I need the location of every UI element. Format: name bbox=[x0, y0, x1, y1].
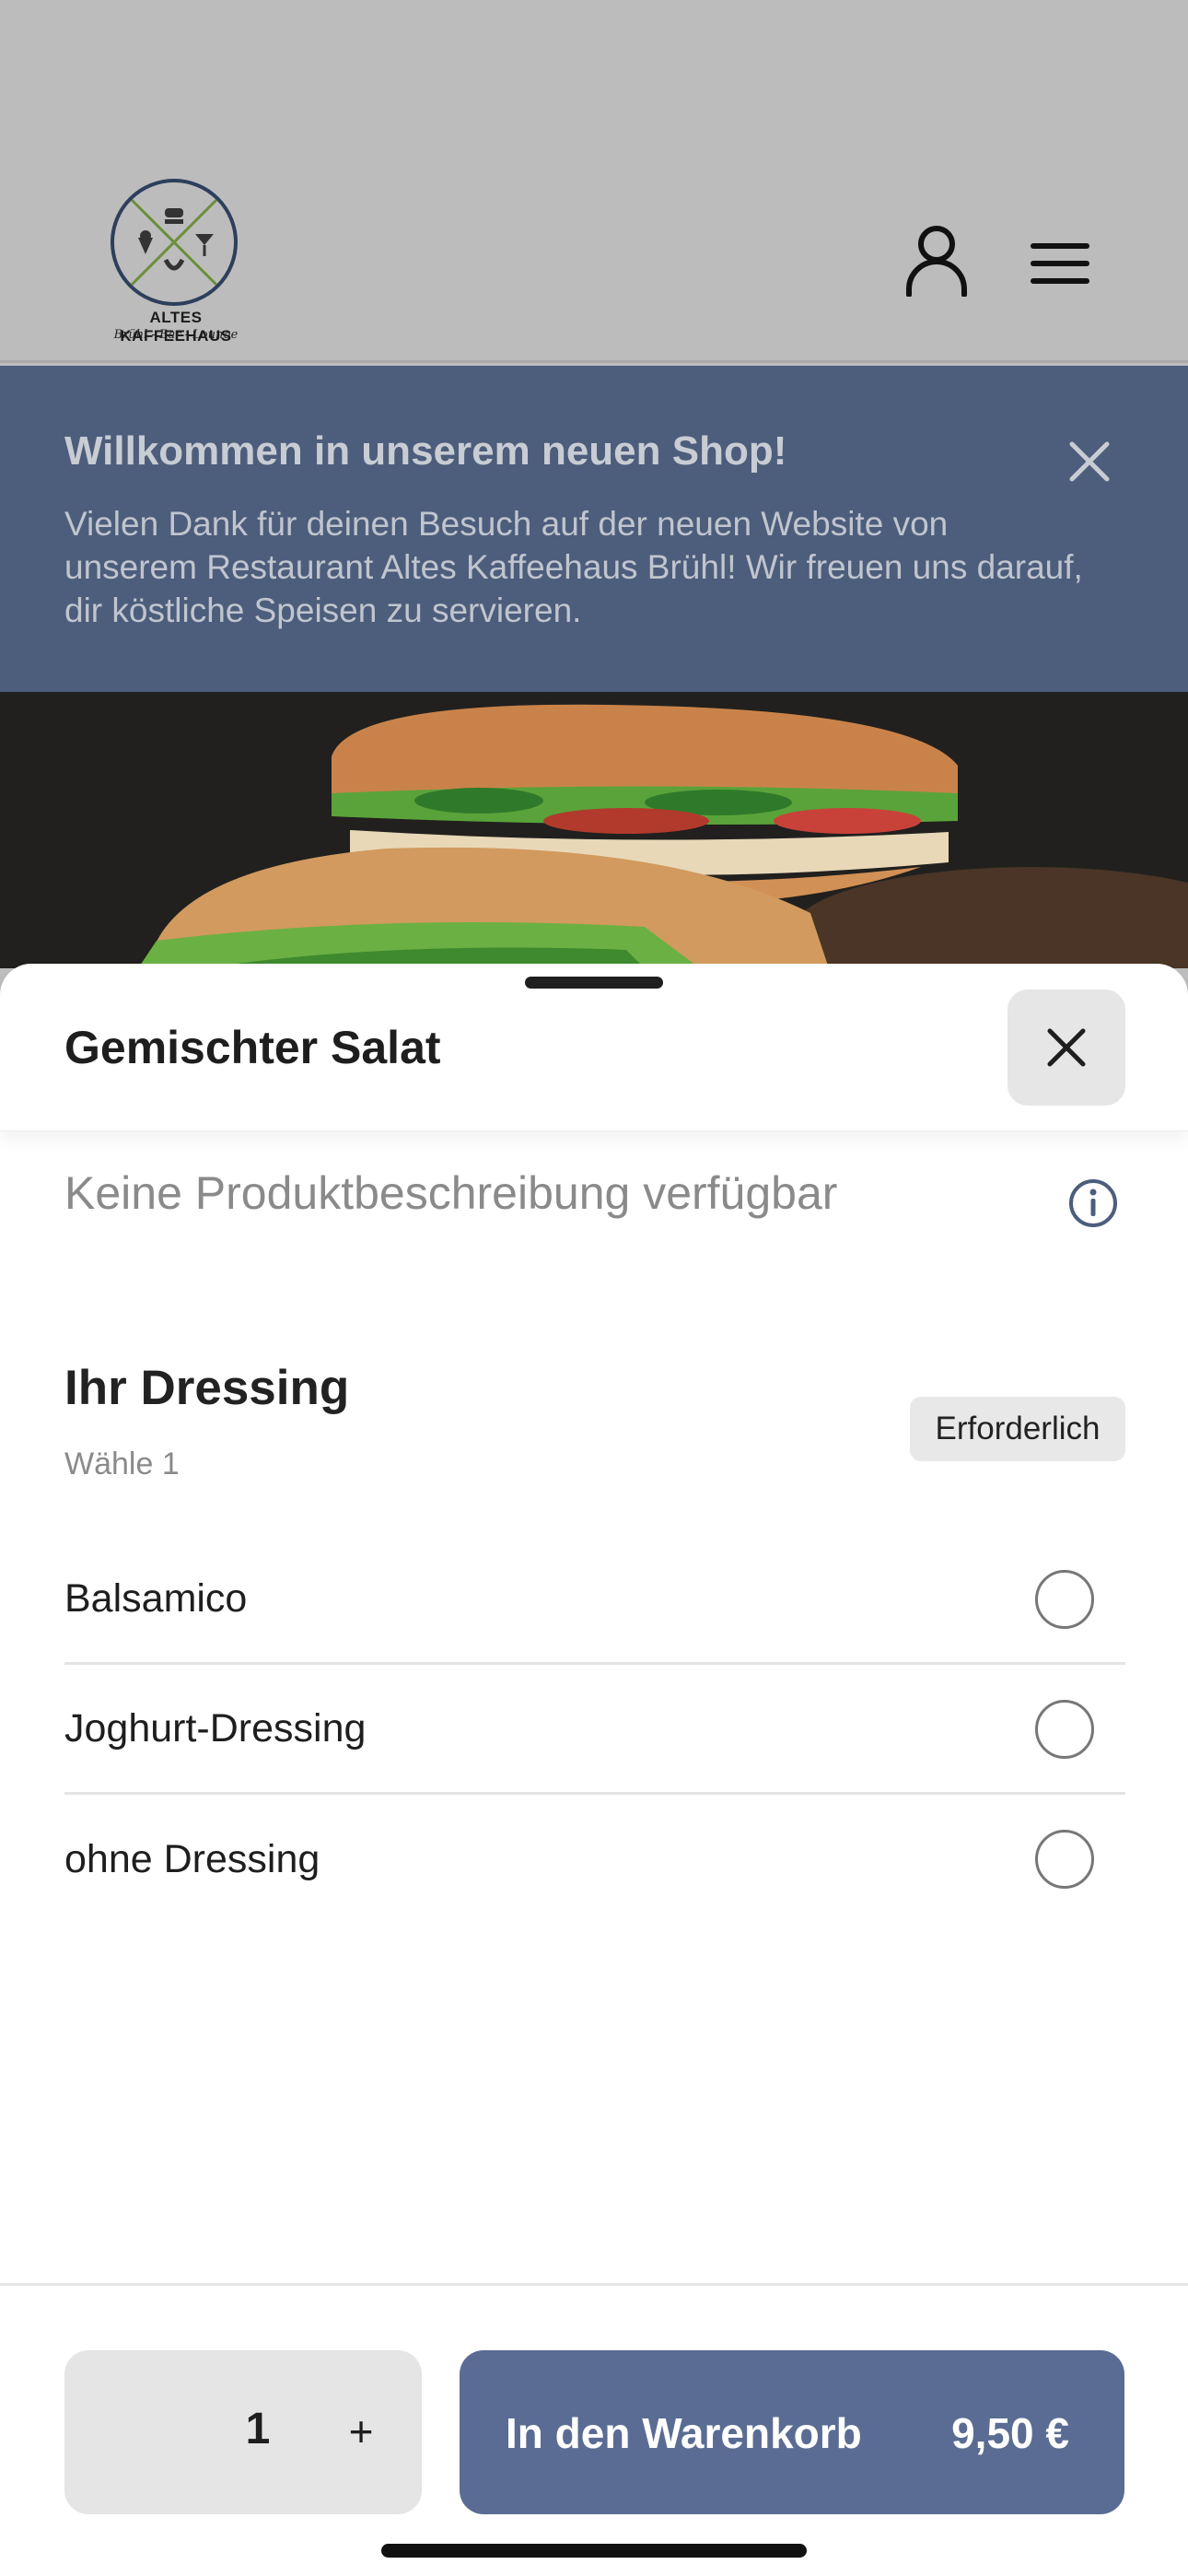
dressing-options-list: Balsamico Joghurt-Dressing ohne Dressing bbox=[64, 1535, 1125, 1925]
quantity-value: 1 bbox=[245, 2405, 271, 2453]
home-indicator bbox=[381, 2544, 807, 2558]
sandwich-photo bbox=[0, 692, 1188, 968]
banner-text: Vielen Dank für deinen Besuch auf der ne… bbox=[64, 505, 1083, 629]
sheet-header: Gemischter Salat bbox=[0, 964, 1188, 1131]
add-to-cart-label: In den Warenkorb bbox=[506, 2409, 862, 2457]
hamburger-menu-icon[interactable] bbox=[1030, 241, 1090, 286]
option-joghurt-dressing[interactable]: Joghurt-Dressing bbox=[64, 1665, 1125, 1795]
welcome-banner: Willkommen in unserem neuen Shop! Vielen… bbox=[0, 366, 1188, 692]
option-label: ohne Dressing bbox=[64, 1837, 320, 1881]
option-group-subtitle: Wähle 1 bbox=[64, 1446, 180, 1481]
user-icon[interactable] bbox=[904, 225, 969, 298]
option-balsamico[interactable]: Balsamico bbox=[64, 1535, 1125, 1665]
price-label: 9,50 € bbox=[951, 2409, 1069, 2457]
option-group-title: Ihr Dressing bbox=[64, 1361, 350, 1415]
logo-emblem bbox=[111, 179, 238, 306]
site-header: ALTES KAFFEEHAUS Brühl - Bar - Lounge bbox=[0, 0, 1188, 363]
quantity-stepper: 1 + bbox=[64, 2350, 422, 2514]
banner-close-icon[interactable] bbox=[1068, 440, 1111, 483]
quantity-increase-button[interactable]: + bbox=[324, 2395, 398, 2468]
info-icon[interactable] bbox=[1068, 1178, 1118, 1228]
logo-subtitle: Brühl - Bar - Lounge bbox=[113, 328, 239, 342]
radio-button[interactable] bbox=[1035, 1830, 1094, 1889]
close-icon bbox=[1047, 1028, 1086, 1067]
sheet-grabber-handle[interactable] bbox=[525, 977, 663, 989]
option-label: Balsamico bbox=[64, 1575, 248, 1621]
sheet-footer: 1 + In den Warenkorb 9,50 € bbox=[0, 2283, 1188, 2576]
option-ohne-dressing[interactable]: ohne Dressing bbox=[64, 1795, 1125, 1925]
add-to-cart-button[interactable]: In den Warenkorb 9,50 € bbox=[460, 2350, 1124, 2514]
product-description: Keine Produktbeschreibung verfügbar bbox=[64, 1167, 838, 1219]
option-label: Joghurt-Dressing bbox=[64, 1705, 367, 1751]
required-badge: Erforderlich bbox=[910, 1397, 1125, 1461]
radio-button[interactable] bbox=[1035, 1570, 1094, 1629]
sheet-close-button[interactable] bbox=[1007, 989, 1125, 1106]
banner-title: Willkommen in unserem neuen Shop! bbox=[64, 428, 787, 474]
product-title: Gemischter Salat bbox=[64, 1022, 441, 1073]
restaurant-logo[interactable]: ALTES KAFFEEHAUS Brühl - Bar - Lounge bbox=[98, 177, 254, 347]
radio-button[interactable] bbox=[1035, 1700, 1094, 1759]
